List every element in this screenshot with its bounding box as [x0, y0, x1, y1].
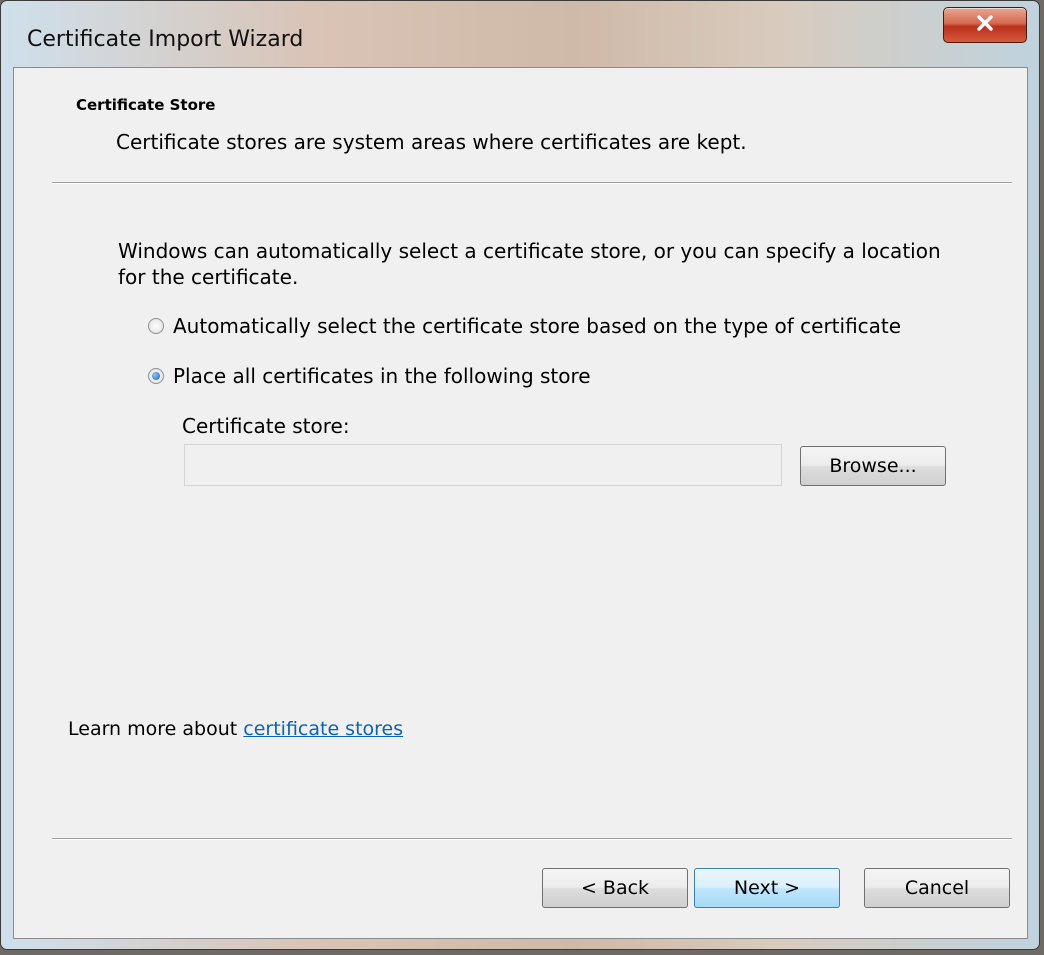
close-button[interactable] — [943, 7, 1027, 43]
wizard-window: Certificate Import Wizard Certificate St… — [0, 0, 1040, 950]
footer-divider — [52, 838, 1012, 840]
certificate-store-label: Certificate store: — [182, 414, 350, 438]
auto-select-option[interactable]: Automatically select the certificate sto… — [148, 314, 901, 338]
place-all-option[interactable]: Place all certificates in the following … — [148, 364, 591, 388]
window-title: Certificate Import Wizard — [27, 27, 304, 52]
header-divider — [52, 182, 1012, 184]
cancel-button[interactable]: Cancel — [864, 868, 1010, 908]
learn-more-prefix: Learn more about — [68, 718, 244, 740]
learn-more-text: Learn more about certificate stores — [68, 718, 403, 740]
place-all-label: Place all certificates in the following … — [173, 364, 591, 388]
wizard-content: Certificate Store Certificate stores are… — [13, 67, 1028, 939]
next-button[interactable]: Next > — [694, 868, 840, 908]
section-title: Certificate Store — [76, 96, 216, 114]
title-bar[interactable]: Certificate Import Wizard — [1, 1, 1039, 67]
intro-text: Windows can automatically select a certi… — [118, 239, 941, 289]
certificate-store-field[interactable] — [184, 444, 782, 486]
wizard-header: Certificate Store Certificate stores are… — [14, 68, 1027, 184]
place-all-radio[interactable] — [148, 368, 164, 384]
browse-button[interactable]: Browse... — [800, 446, 946, 486]
auto-select-label: Automatically select the certificate sto… — [173, 314, 902, 338]
auto-select-radio[interactable] — [148, 318, 164, 334]
close-icon — [976, 15, 994, 35]
back-button[interactable]: < Back — [542, 868, 688, 908]
section-subtitle: Certificate stores are system areas wher… — [116, 130, 747, 154]
certificate-stores-link[interactable]: certificate stores — [243, 718, 403, 740]
